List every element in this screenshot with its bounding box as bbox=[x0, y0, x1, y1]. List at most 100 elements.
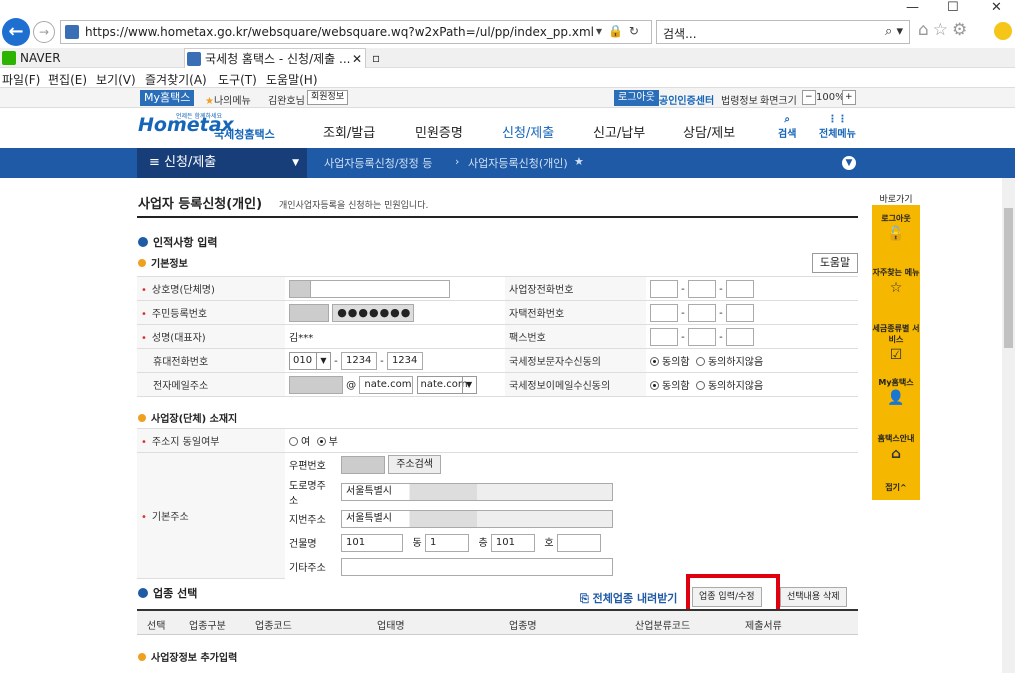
fax-3[interactable] bbox=[725, 327, 754, 346]
delete-selection-button[interactable]: 선택내용 삭제 bbox=[780, 587, 847, 607]
menu-file[interactable]: 파일(F) bbox=[2, 71, 40, 88]
expand-nav-icon[interactable]: ▼ bbox=[842, 156, 856, 170]
quick-guide[interactable]: 홈택스안내 ⌂ bbox=[872, 433, 920, 462]
email-agree-radio[interactable] bbox=[650, 381, 659, 390]
star-icon: ☆ bbox=[889, 280, 903, 296]
scrollbar-thumb[interactable] bbox=[1004, 208, 1013, 348]
business-name-input[interactable] bbox=[310, 279, 450, 298]
field-cell: @ nate.com nate.com ▼ bbox=[285, 372, 505, 397]
table-row: • 상호명(단체명) 사업장전화번호 - - bbox=[137, 276, 858, 301]
quick-my-hometax[interactable]: My홈택스 👤 bbox=[872, 377, 920, 406]
menu-help[interactable]: 도움말(H) bbox=[266, 71, 318, 88]
postcode-input[interactable] bbox=[341, 455, 385, 474]
disagree-label: 동의하지않음 bbox=[707, 357, 764, 368]
quick-tax-services[interactable]: 세금종류별 서비스 ☑ bbox=[872, 323, 920, 363]
required-marker: • bbox=[141, 333, 147, 344]
law-link[interactable]: 법령정보 bbox=[721, 92, 758, 107]
breadcrumb-registration[interactable]: 사업자등록신청/정정 등 bbox=[324, 155, 432, 171]
jibun-address-input[interactable]: 서울특별시 bbox=[341, 509, 613, 528]
email-domain-select[interactable]: nate.com ▼ bbox=[416, 375, 477, 394]
logout-button[interactable]: 로그아웃 bbox=[614, 90, 659, 106]
zoom-in-icon[interactable]: + bbox=[842, 90, 856, 105]
sms-disagree-radio[interactable] bbox=[695, 357, 705, 366]
help-button[interactable]: 도움말 bbox=[812, 253, 858, 273]
tab-hometax[interactable]: 국세청 홈택스 - 신청/제출 ... ✕ bbox=[184, 48, 366, 68]
email-disagree-radio[interactable] bbox=[695, 381, 705, 390]
floor-input[interactable]: 101 bbox=[490, 533, 535, 552]
dong-input[interactable]: 1 bbox=[424, 533, 469, 552]
label-home-phone: 자택전화번호 bbox=[509, 309, 565, 320]
all-menu-button[interactable]: ⋮⋮ 전체메뉴 bbox=[819, 114, 856, 140]
browser-search-input[interactable]: 검색... ⌕ ▾ bbox=[656, 20, 910, 44]
quick-frequent-menu[interactable]: 자주찾는 메뉴 ☆ bbox=[872, 267, 920, 296]
feedback-smile-icon[interactable] bbox=[994, 22, 1012, 40]
naver-icon bbox=[2, 51, 16, 65]
sub-basic: 기본정보 bbox=[138, 255, 188, 270]
member-info-button[interactable]: 회원정보 bbox=[307, 90, 349, 105]
my-hometax-button[interactable]: My홈택스 bbox=[140, 90, 195, 106]
page-scrollbar[interactable] bbox=[1002, 178, 1015, 673]
ho-input[interactable] bbox=[556, 533, 601, 552]
gnb-report-pay[interactable]: 신고/납부 bbox=[593, 122, 645, 141]
tab-bar: NAVER 국세청 홈택스 - 신청/제출 ... ✕ ▫ bbox=[0, 48, 1015, 68]
same-yes-radio[interactable] bbox=[289, 437, 298, 446]
favorite-star-icon[interactable]: ★ bbox=[574, 155, 584, 168]
address-bar[interactable]: https://www.hometax.go.kr/websquare/webs… bbox=[60, 20, 652, 44]
biz-phone-2[interactable] bbox=[687, 279, 716, 298]
menu-edit[interactable]: 편집(E) bbox=[48, 71, 87, 88]
new-tab-icon[interactable]: ▫ bbox=[368, 48, 388, 68]
cert-center-link[interactable]: 공인인증센터 bbox=[659, 92, 714, 107]
back-arrow-icon[interactable]: ← bbox=[2, 18, 30, 46]
gnb-application[interactable]: 신청/제출 bbox=[502, 122, 555, 151]
other-address-input[interactable] bbox=[341, 557, 613, 576]
rrn-front-input[interactable] bbox=[289, 303, 329, 322]
col-industry-type: 업종구분 bbox=[189, 621, 226, 632]
mobile-middle-input[interactable]: 1234 bbox=[340, 351, 377, 370]
home-star-gear-icon[interactable]: ⌂☆⚙ bbox=[918, 20, 971, 40]
close-tab-icon[interactable]: ✕ bbox=[352, 49, 362, 69]
nav-current-menu[interactable]: ≡ 신청/제출 ▼ bbox=[137, 148, 307, 178]
all-industry-download-link[interactable]: ⎘ 전체업종 내려받기 bbox=[580, 590, 677, 606]
building-input[interactable]: 101 bbox=[341, 533, 403, 552]
sms-agree-radio[interactable] bbox=[650, 357, 659, 366]
minimize-icon[interactable]: — bbox=[906, 0, 919, 15]
quick-logout[interactable]: 로그아웃 🔓 bbox=[872, 213, 920, 242]
email-id-input[interactable] bbox=[289, 375, 343, 394]
address-search-button[interactable]: 주소검색 bbox=[388, 455, 441, 475]
home-phone-1[interactable] bbox=[650, 303, 678, 322]
close-window-icon[interactable]: ✕ bbox=[991, 0, 1002, 15]
biz-phone-3[interactable] bbox=[725, 279, 754, 298]
email-domain-input[interactable]: nate.com bbox=[359, 375, 414, 394]
breadcrumb-current[interactable]: 사업자등록신청(개인) bbox=[468, 155, 568, 171]
menu-favorites[interactable]: 즐겨찾기(A) bbox=[145, 71, 207, 88]
my-menu-link[interactable]: ★나의메뉴 bbox=[205, 92, 251, 107]
home-phone-2[interactable] bbox=[687, 303, 716, 322]
mobile-last-input[interactable]: 1234 bbox=[386, 351, 423, 370]
label-base-address: 기본주소 bbox=[151, 512, 189, 523]
forward-arrow-icon[interactable]: → bbox=[33, 21, 55, 43]
biz-phone-1[interactable] bbox=[650, 279, 678, 298]
gnb-consult[interactable]: 상담/제보 bbox=[683, 122, 735, 141]
tab-naver[interactable]: NAVER bbox=[0, 48, 180, 68]
fax-2[interactable] bbox=[687, 327, 716, 346]
gnb-inquiry[interactable]: 조회/발급 bbox=[323, 122, 375, 141]
mobile-prefix-select[interactable]: 010 ▼ bbox=[289, 351, 331, 370]
road-address-input[interactable]: 서울특별시 bbox=[341, 482, 613, 501]
search-icon[interactable]: ⌕ ▾ bbox=[885, 24, 903, 39]
field-cell: 동의함 동의하지않음 bbox=[646, 348, 858, 373]
same-no-radio[interactable] bbox=[316, 437, 326, 446]
fax-1[interactable] bbox=[650, 327, 678, 346]
chevron-up-icon: ^ bbox=[900, 483, 907, 492]
zoom-out-icon[interactable]: − bbox=[802, 90, 816, 105]
menu-view[interactable]: 보기(V) bbox=[96, 71, 136, 88]
maximize-icon[interactable]: ☐ bbox=[947, 0, 959, 15]
quick-collapse[interactable]: 접기^ bbox=[872, 482, 920, 493]
required-marker: • bbox=[141, 512, 147, 523]
gnb-certificate[interactable]: 민원증명 bbox=[415, 122, 463, 141]
lock-refresh-icon[interactable]: ▾🔒↻ bbox=[596, 24, 645, 38]
menu-tools[interactable]: 도구(T) bbox=[218, 71, 257, 88]
home-phone-3[interactable] bbox=[725, 303, 754, 322]
rrn-back-input[interactable]: ●●●●●●● bbox=[332, 303, 415, 322]
quick-guide-label: 홈택스안내 bbox=[877, 434, 915, 443]
header-search-button[interactable]: ⌕ 검색 bbox=[778, 114, 796, 140]
